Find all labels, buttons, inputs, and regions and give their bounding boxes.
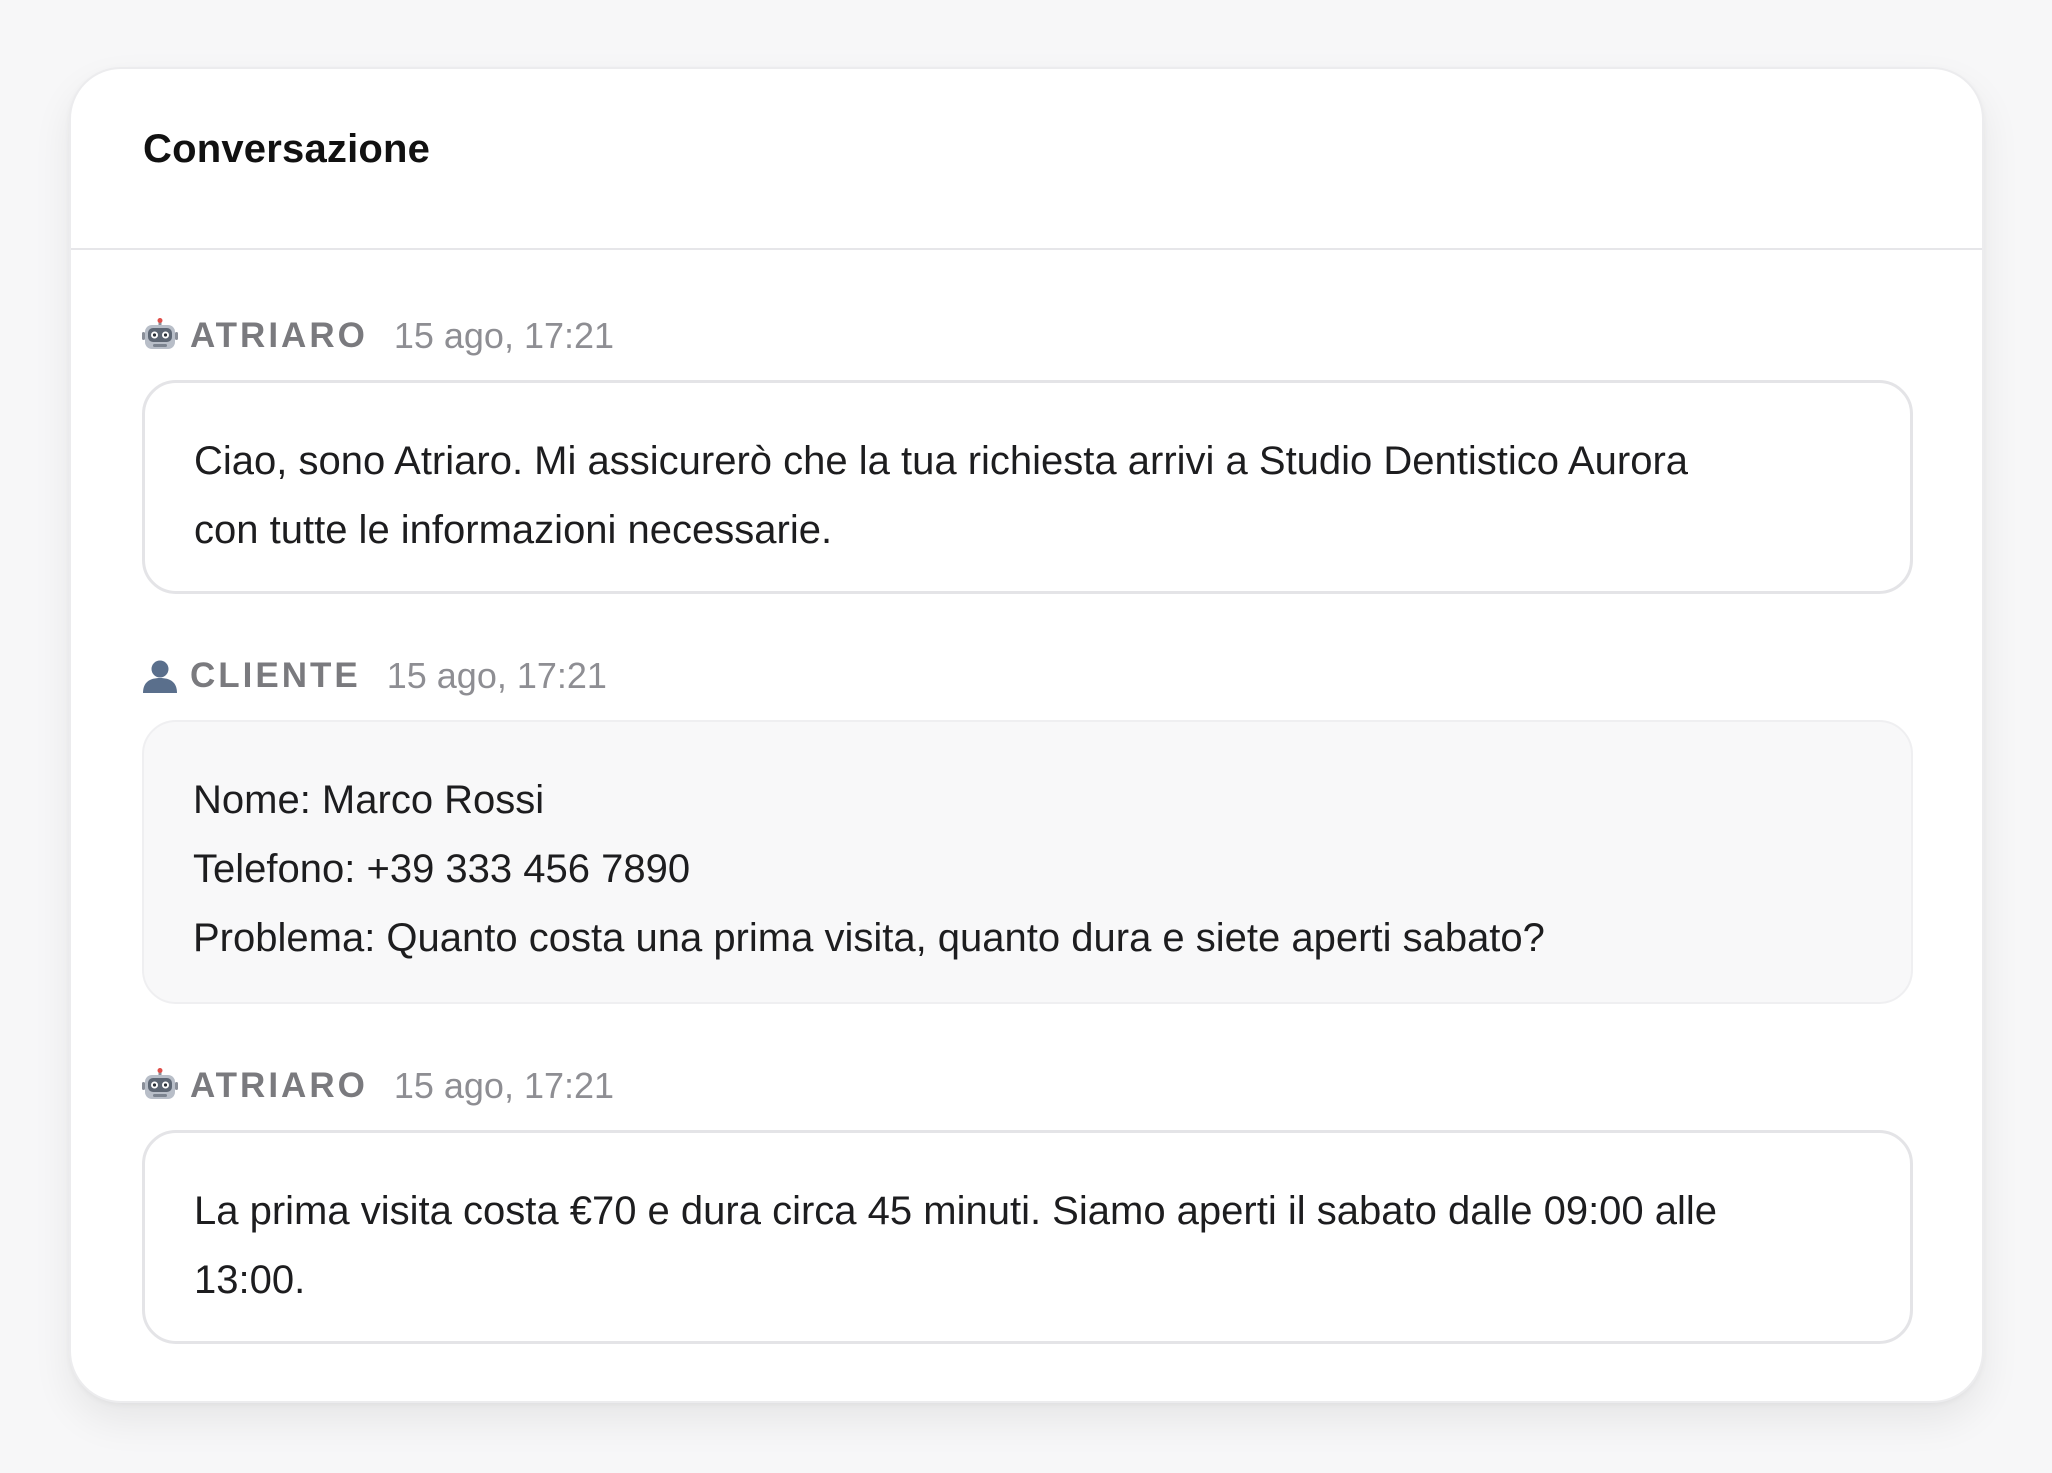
message-bubble: Ciao, sono Atriaro. Mi assicurerò che la…: [142, 380, 1913, 594]
message-timestamp: 15 ago, 17:21: [393, 1065, 615, 1106]
message-meta: CLIENTE 15 ago, 17:21: [142, 654, 1913, 698]
sender-label: ATRIARO: [190, 1066, 368, 1105]
sender-label: ATRIARO: [190, 316, 368, 355]
message-bot: ATRIARO 15 ago, 17:21 Ciao, sono Atriaro…: [142, 314, 1913, 594]
robot-icon: [142, 1068, 178, 1104]
robot-icon: [142, 318, 178, 354]
message-timestamp: 15 ago, 17:21: [393, 315, 615, 356]
message-user: CLIENTE 15 ago, 17:21 Nome: Marco Rossi …: [142, 654, 1913, 1004]
message-bubble: La prima visita costa €70 e dura circa 4…: [142, 1130, 1913, 1344]
message-timestamp: 15 ago, 17:21: [386, 655, 607, 696]
sender-label: CLIENTE: [190, 656, 361, 695]
message-bot: ATRIARO 15 ago, 17:21 La prima visita co…: [142, 1064, 1913, 1344]
message-meta: ATRIARO 15 ago, 17:21: [142, 314, 1913, 358]
panel-header: Conversazione: [71, 69, 1982, 250]
panel-title: Conversazione: [143, 127, 431, 171]
user-icon: [142, 658, 178, 694]
conversation-panel: Conversazione ATRIARO 15 ago, 17:21 Ciao…: [69, 67, 1984, 1403]
message-meta: ATRIARO 15 ago, 17:21: [142, 1064, 1913, 1108]
message-bubble: Nome: Marco Rossi Telefono: +39 333 456 …: [142, 720, 1913, 1004]
